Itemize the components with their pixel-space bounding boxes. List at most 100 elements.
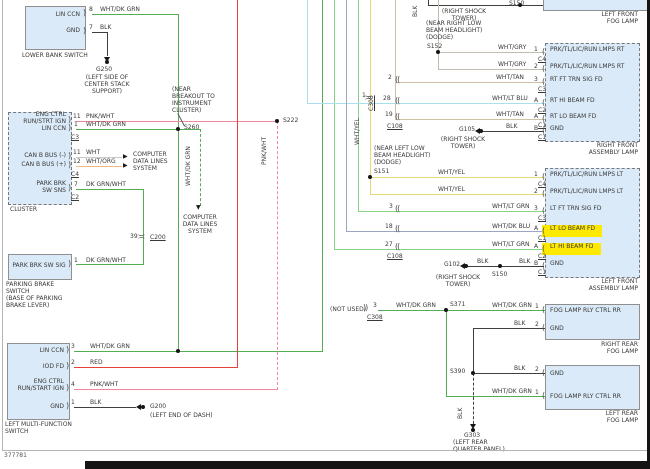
lf-r1-wire: WHT/YEL [438,169,465,176]
pbs-title: PARKING BRAKE SWITCH (BASE OF PARKING BR… [6,281,63,309]
wire-yel-v2 [370,177,371,195]
lbs-pin1-num: 8 [89,6,93,13]
wire-parkbrk-v [143,189,144,265]
near-breakout-note: (NEAR BREAKOUT TO INSTRUMENT CLUSTER) [172,86,215,114]
cluster-pin-parkbrk-1: PARK BRK [14,180,66,187]
wire-lbs-gnd-v [107,32,108,56]
lf-r4-bracket: ( [542,227,544,235]
cluster-pin-can-minus: CAN B BUS (-) [10,152,66,159]
cluster-pin5-wire: DK GRN/WHT [86,181,126,188]
cluster-conn-c3: C3 [71,134,79,141]
cluster-conn-c2: C2 [71,194,79,201]
c308-rear-pin: 3 [373,302,377,309]
rr-pin1-bracket: ( [542,306,544,314]
wire-lttrn-v [358,0,359,212]
g102-id: G102 [444,261,460,268]
wire-g102 [467,266,544,267]
wire-mfs-gnd [74,407,136,408]
can-minus-arrow-icon: ▶ [123,154,128,160]
cluster-pin4-wire: WHT/ORG [86,158,116,165]
rf-r4-wire: WHT/LT BLU [492,95,528,102]
rf-r1-bracket: ( [542,48,544,56]
lf-r5-ext-num: 27 [385,241,393,248]
rf-r3-conn: C3 [538,86,546,93]
lf-r4-pin: A [534,225,538,232]
rf-r2-pin: 2 [534,63,538,70]
mfs-pin2-num: 2 [71,359,75,366]
mfs-pin3-num: 4 [71,381,75,388]
s260-label: S260 [184,124,199,131]
rf-r3-wire: WHT/TAN [496,74,524,81]
lr-pin2-num: 1 [535,389,539,396]
cluster-pin-ign-1: ENG CTRL [14,111,66,118]
rr-row2-label: GND [550,325,564,332]
rf-r2-bracket: ( [542,65,544,73]
can-destination: COMPUTER DATA LINES SYSTEM [133,151,168,172]
rf-r5-ext-conn-icon: (( [395,113,399,121]
s150-top-label: S150 [509,0,524,7]
mfs-title: LEFT MULTI-FUNCTION SWITCH [5,421,72,435]
s222-splice-dot [275,119,279,123]
mfs-pin1-bracket: ) [66,346,68,354]
lr-pin1-num: 2 [535,366,539,373]
doc-number: 377781 [4,452,27,459]
lf-r5-wire: WHT/LT GRN [492,241,530,248]
lbs-pin1-wire-label: WHT/DK GRN [100,6,140,13]
rf-r3-pin: 3 [534,76,538,83]
wire-yel-h2 [370,194,545,195]
lf-r3-wire: WHT/LT GRN [492,203,530,210]
can-plus-arrow-icon: ▶ [123,163,128,169]
diagram-frame-left [2,0,3,450]
lr-wire1-label: BLK [514,365,525,372]
rf-r3-ext-num: 2 [388,74,392,81]
right-front-assembly-lamp-title: RIGHT FRONT ASSEMBLY LAMP [578,142,638,156]
cluster-pin4-bracket: ) [68,161,70,169]
rf-r5-wire: WHT/TAN [496,111,524,118]
rf-r1-pin: 1 [534,46,538,53]
wire-lin-vertical [178,14,179,352]
cluster-pin2-num: 1 [74,121,78,128]
wire-rear-feed-l [378,310,446,311]
rf-r1-label: PRK/TL/LIC/RUN LMPS RT [550,46,624,53]
bottom-taskbar-strip [85,461,650,469]
lf-r6-wire-a: BLK [477,258,488,265]
cluster-pin-ign-2: RUN/STRT IGN [14,118,66,125]
lf-r5-label-lt-hi-beam: LT HI BEAM FD [550,243,593,250]
wiring-diagram-page: LIN CCN ) 8 WHT/DK GRN GND ) 7 BLK LOWER… [0,0,650,469]
rf-r6-wire: BLK [506,123,517,130]
wire-mfs-iod [74,367,238,368]
cluster-conn-c4: C4 [71,171,79,178]
lf-r2-bracket: ( [542,190,544,198]
s371-label: S371 [450,301,465,308]
wire-lbs-gnd-h [92,32,107,33]
not-used-note: (NOT USED) [330,306,366,313]
wire-gry-h2 [438,69,545,70]
lin-junction-dot [176,349,180,353]
cluster-pin3-bracket: ) [68,152,70,160]
rr-row1-label: FOG LAMP RLY CTRL RR [550,307,621,314]
wire-lttrn-h [358,211,545,212]
rf-r2-label: PRK/TL/LIC/RUN LMPS RT [550,63,624,70]
s260-splice-dot [176,127,180,131]
mfs-pin-ign-2: RUN/START IGN [12,385,64,392]
wire-gry-v2 [438,52,439,70]
lbs-pin2-num: 7 [89,24,93,31]
rf-r5-pin: A [534,113,538,120]
rf-r6-pin: B [534,125,538,132]
s390-splice-dot [471,371,475,375]
lr-wire2-label: WHT/DK GRN [492,388,532,395]
rf-r1-wire: WHT/GRY [498,44,526,51]
pbs-pin-label: PARK BRK SW SIG [9,262,69,269]
s150-splice-dot [498,264,502,268]
g102-ground-dot [464,264,468,268]
mfs-pin-ign-1: ENG CTRL [12,378,64,385]
mfs-pin3-wire: PNK/WHT [90,381,118,388]
wire-mfs-lin [74,351,322,352]
s151-location: (NEAR LEFT LOW BEAM HEADLIGHT) (DODGE) [374,145,430,166]
s151-splice-dot [368,175,372,179]
wire-rear-gnd-v [473,328,474,373]
wire-pnk-dashed [277,121,278,390]
cluster-pin-parkbrk-2: SW SNS [14,187,66,194]
g102-location: (RIGHT SHOCK TOWER) [432,274,484,288]
cluster-pin-lin: LIN CCN [14,125,66,132]
